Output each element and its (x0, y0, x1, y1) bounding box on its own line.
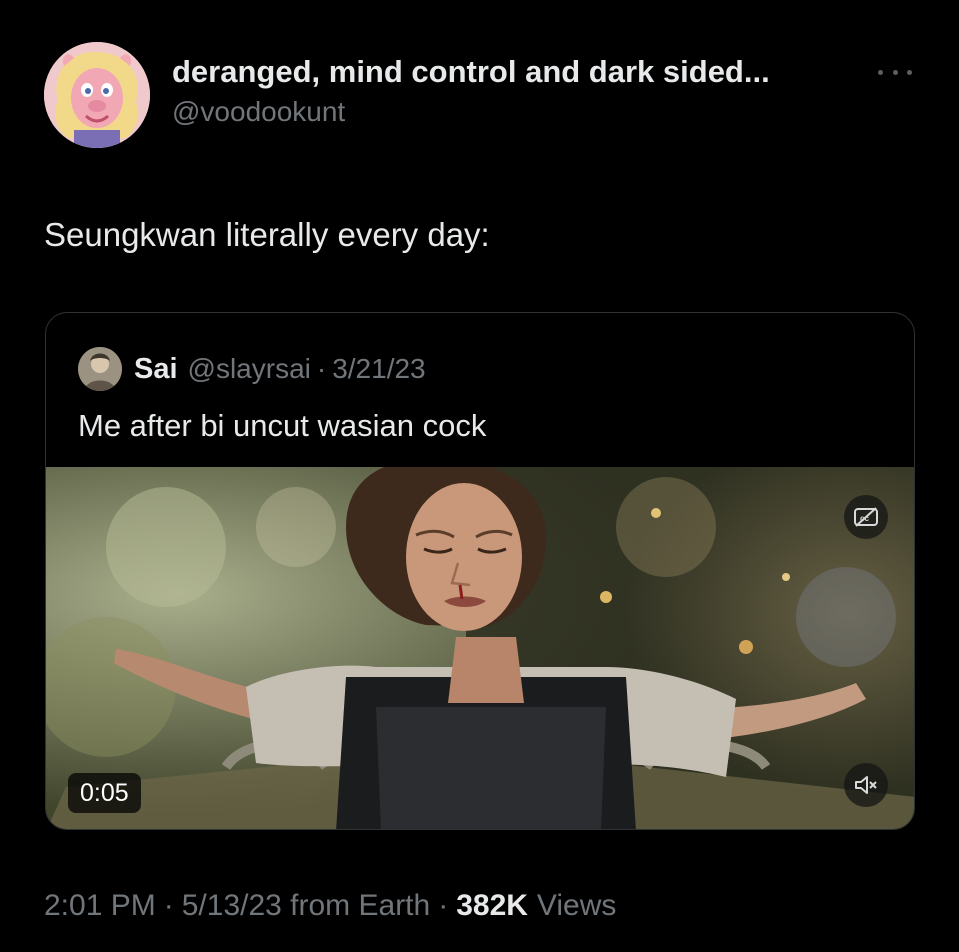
quoted-tweet-date[interactable]: 3/21/23 (332, 353, 425, 385)
tweet-date-source: 5/13/23 from Earth (181, 889, 431, 922)
meta-separator: · (438, 889, 449, 922)
quoted-separator: · (316, 353, 327, 384)
views-label[interactable]: Views (537, 889, 616, 922)
author-display-name[interactable]: deranged, mind control and dark sided... (172, 52, 872, 92)
quoted-tweet-text: Me after bi uncut wasian cock (78, 408, 487, 443)
quoted-author-name[interactable]: Sai (134, 353, 178, 386)
more-dot (892, 69, 898, 75)
quoted-avatar-icon (78, 347, 122, 391)
speaker-muted-icon (855, 776, 877, 794)
author-info: deranged, mind control and dark sided...… (172, 52, 872, 131)
author-avatar[interactable] (44, 42, 150, 148)
tweet-time[interactable]: 2:01 PM (44, 889, 156, 922)
more-dot (907, 69, 912, 75)
mute-button[interactable] (844, 763, 888, 807)
closed-captions-off-icon: cc (854, 507, 878, 527)
tweet-meta: 2:01 PM · 5/13/23 from Earth · 382K Views (44, 886, 616, 926)
quoted-author-avatar[interactable] (78, 347, 122, 391)
meta-separator: · (163, 889, 174, 922)
views-count[interactable]: 382K (456, 889, 528, 922)
more-options-icon[interactable] (878, 62, 912, 82)
quoted-tweet-card[interactable]: Sai @slayrsai · 3/21/23 Me after bi uncu… (45, 312, 915, 830)
quoted-tweet-header: Sai @slayrsai · 3/21/23 (78, 347, 426, 391)
video-player[interactable]: cc 0:05 (46, 467, 914, 829)
captions-button[interactable]: cc (844, 495, 888, 539)
muppet-avatar-icon (44, 42, 150, 148)
more-dot (878, 69, 883, 75)
author-handle[interactable]: @voodookunt (172, 93, 872, 131)
tweet-text: Seungkwan literally every day: (44, 216, 490, 253)
video-duration-badge: 0:05 (68, 773, 141, 813)
video-frame (46, 467, 914, 829)
quoted-author-handle[interactable]: @slayrsai (188, 353, 311, 385)
